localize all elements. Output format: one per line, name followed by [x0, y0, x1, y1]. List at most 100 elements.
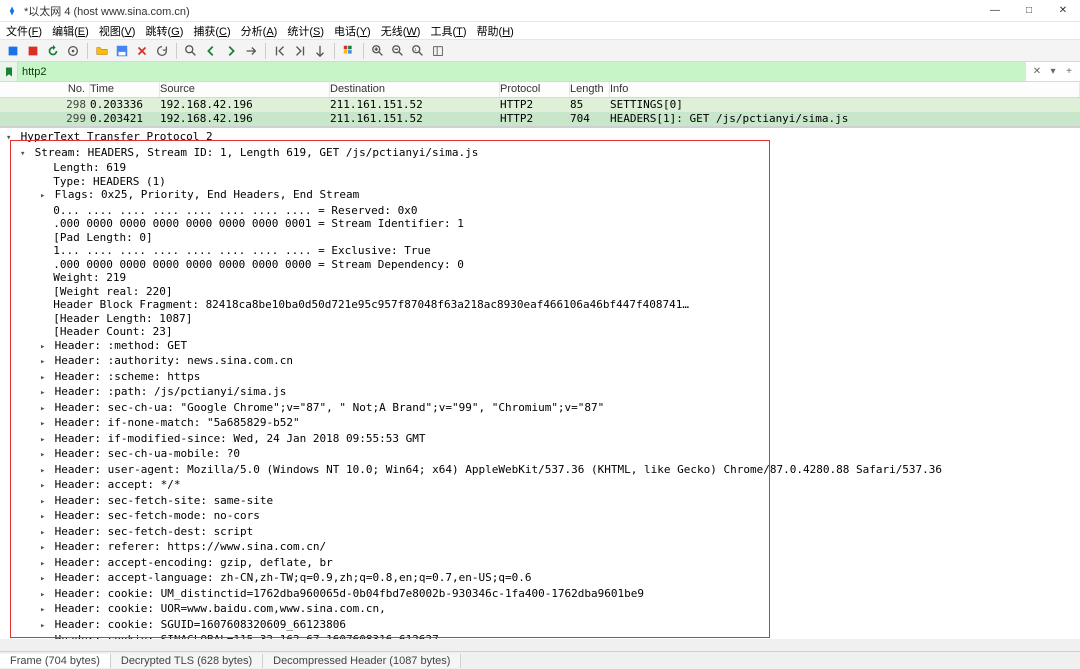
menu-item[interactable]: 无线(W): [381, 23, 421, 39]
column-header-time[interactable]: Time: [90, 82, 160, 97]
filter-bookmark-icon[interactable]: [0, 62, 18, 81]
go-last-button[interactable]: [291, 42, 309, 60]
chevron-right-icon[interactable]: [40, 354, 48, 370]
chevron-down-icon[interactable]: [6, 130, 14, 146]
tree-row[interactable]: HyperText Transfer Protocol 2: [0, 130, 1080, 146]
reload-button[interactable]: [153, 42, 171, 60]
chevron-right-icon[interactable]: [40, 370, 48, 386]
chevron-right-icon[interactable]: [40, 463, 48, 479]
tree-row[interactable]: Header: cookie: UM_distinctid=1762dba960…: [0, 587, 1080, 603]
tree-row[interactable]: 0... .... .... .... .... .... .... .... …: [0, 204, 1080, 218]
status-tab[interactable]: Frame (704 bytes): [0, 654, 111, 668]
menu-item[interactable]: 电话(Y): [334, 23, 371, 39]
zoom-in-button[interactable]: [369, 42, 387, 60]
close-button[interactable]: ✕: [1046, 0, 1080, 22]
zoom-out-button[interactable]: [389, 42, 407, 60]
packet-row[interactable]: 2990.203421192.168.42.196211.161.151.52H…: [0, 112, 1080, 126]
tree-row[interactable]: [Header Length: 1087]: [0, 312, 1080, 326]
save-file-button[interactable]: [113, 42, 131, 60]
tree-row[interactable]: Header Block Fragment: 82418ca8be10ba0d5…: [0, 298, 1080, 312]
chevron-right-icon[interactable]: [40, 633, 48, 639]
open-file-button[interactable]: [93, 42, 111, 60]
column-header-protocol[interactable]: Protocol: [500, 82, 570, 97]
chevron-right-icon[interactable]: [40, 618, 48, 634]
chevron-right-icon[interactable]: [40, 525, 48, 541]
tree-row[interactable]: Header: sec-fetch-mode: no-cors: [0, 509, 1080, 525]
tree-row[interactable]: Header: cookie: SINAGLOBAL=115.32.162.67…: [0, 633, 1080, 639]
packet-rows[interactable]: 2980.203336192.168.42.196211.161.151.52H…: [0, 98, 1080, 126]
chevron-right-icon[interactable]: [40, 339, 48, 355]
tree-row[interactable]: Length: 619: [0, 161, 1080, 175]
chevron-right-icon[interactable]: [40, 416, 48, 432]
packet-row[interactable]: 2980.203336192.168.42.196211.161.151.52H…: [0, 98, 1080, 112]
column-header-no[interactable]: No.: [0, 82, 90, 97]
stop-capture-button[interactable]: [24, 42, 42, 60]
tree-row[interactable]: Weight: 219: [0, 271, 1080, 285]
chevron-right-icon[interactable]: [40, 401, 48, 417]
filter-dropdown-button[interactable]: ▾: [1046, 65, 1060, 79]
menu-item[interactable]: 文件(F): [6, 23, 42, 39]
tree-row[interactable]: Header: :method: GET: [0, 339, 1080, 355]
start-capture-button[interactable]: [4, 42, 22, 60]
autoscroll-button[interactable]: [311, 42, 329, 60]
chevron-right-icon[interactable]: [40, 509, 48, 525]
chevron-right-icon[interactable]: [40, 188, 48, 204]
chevron-right-icon[interactable]: [40, 447, 48, 463]
menu-item[interactable]: 编辑(E): [52, 23, 89, 39]
zoom-reset-button[interactable]: 1: [409, 42, 427, 60]
tree-row[interactable]: Type: HEADERS (1): [0, 175, 1080, 189]
tree-row[interactable]: Header: accept: */*: [0, 478, 1080, 494]
column-header-info[interactable]: Info: [610, 82, 1080, 97]
tree-row[interactable]: Stream: HEADERS, Stream ID: 1, Length 61…: [0, 146, 1080, 162]
chevron-right-icon[interactable]: [40, 571, 48, 587]
tree-row[interactable]: Header: referer: https://www.sina.com.cn…: [0, 540, 1080, 556]
minimize-button[interactable]: —: [978, 0, 1012, 22]
menu-item[interactable]: 工具(T): [430, 23, 466, 39]
tree-row[interactable]: Header: accept-language: zh-CN,zh-TW;q=0…: [0, 571, 1080, 587]
column-header-destination[interactable]: Destination: [330, 82, 500, 97]
tree-row[interactable]: Header: sec-ch-ua-mobile: ?0: [0, 447, 1080, 463]
display-filter-input[interactable]: [18, 62, 1026, 81]
tree-row[interactable]: Header: cookie: SGUID=1607608320609_6612…: [0, 618, 1080, 634]
filter-clear-button[interactable]: ✕: [1030, 65, 1044, 79]
filter-add-button[interactable]: +: [1062, 65, 1076, 79]
tree-row[interactable]: [Weight real: 220]: [0, 285, 1080, 299]
column-header-length[interactable]: Length: [570, 82, 610, 97]
capture-options-button[interactable]: [64, 42, 82, 60]
menu-item[interactable]: 视图(V): [99, 23, 136, 39]
tree-row[interactable]: Header: sec-fetch-site: same-site: [0, 494, 1080, 510]
chevron-right-icon[interactable]: [40, 602, 48, 618]
column-header-source[interactable]: Source: [160, 82, 330, 97]
tree-row[interactable]: 1... .... .... .... .... .... .... .... …: [0, 244, 1080, 258]
go-first-button[interactable]: [271, 42, 289, 60]
tree-row[interactable]: Header: if-none-match: "5a685829-b52": [0, 416, 1080, 432]
packet-list-header[interactable]: No. Time Source Destination Protocol Len…: [0, 82, 1080, 98]
tree-row[interactable]: [Pad Length: 0]: [0, 231, 1080, 245]
tree-row[interactable]: Header: sec-ch-ua: "Google Chrome";v="87…: [0, 401, 1080, 417]
menu-item[interactable]: 分析(A): [241, 23, 278, 39]
chevron-right-icon[interactable]: [40, 432, 48, 448]
menu-item[interactable]: 跳转(G): [145, 23, 183, 39]
restart-capture-button[interactable]: [44, 42, 62, 60]
tree-row[interactable]: Header: cookie: UOR=www.baidu.com,www.si…: [0, 602, 1080, 618]
tree-row[interactable]: Header: :path: /js/pctianyi/sima.js: [0, 385, 1080, 401]
tree-row[interactable]: Header: accept-encoding: gzip, deflate, …: [0, 556, 1080, 572]
tree-row[interactable]: [Header Count: 23]: [0, 325, 1080, 339]
tree-row[interactable]: Header: :authority: news.sina.com.cn: [0, 354, 1080, 370]
tree-row[interactable]: Header: :scheme: https: [0, 370, 1080, 386]
go-forward-button[interactable]: [222, 42, 240, 60]
chevron-right-icon[interactable]: [40, 385, 48, 401]
chevron-right-icon[interactable]: [40, 478, 48, 494]
tree-row[interactable]: Header: if-modified-since: Wed, 24 Jan 2…: [0, 432, 1080, 448]
maximize-button[interactable]: □: [1012, 0, 1046, 22]
colorize-button[interactable]: [340, 42, 358, 60]
tree-row[interactable]: Header: sec-fetch-dest: script: [0, 525, 1080, 541]
status-tab[interactable]: Decrypted TLS (628 bytes): [111, 654, 263, 668]
tree-row[interactable]: .000 0000 0000 0000 0000 0000 0000 0001 …: [0, 217, 1080, 231]
packet-details-pane[interactable]: HyperText Transfer Protocol 2 Stream: HE…: [0, 127, 1080, 639]
chevron-right-icon[interactable]: [40, 540, 48, 556]
tree-row[interactable]: Header: user-agent: Mozilla/5.0 (Windows…: [0, 463, 1080, 479]
tree-row[interactable]: .000 0000 0000 0000 0000 0000 0000 0000 …: [0, 258, 1080, 272]
goto-button[interactable]: [242, 42, 260, 60]
tree-row[interactable]: Flags: 0x25, Priority, End Headers, End …: [0, 188, 1080, 204]
